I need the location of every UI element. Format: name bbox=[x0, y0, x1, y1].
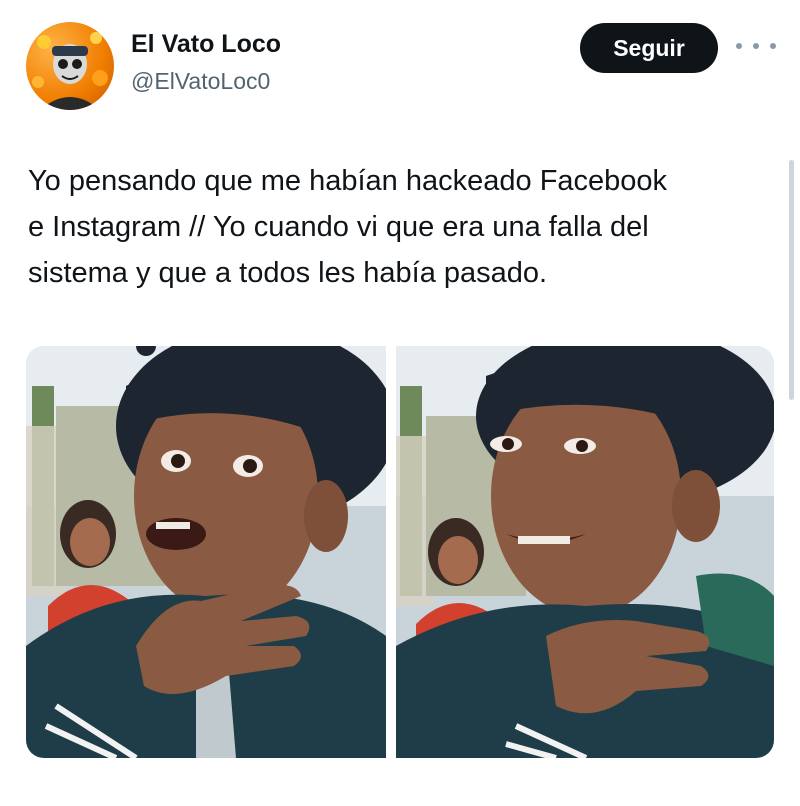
tweet-text-line: sistema y que a todos les había pasado. bbox=[28, 257, 548, 289]
tweet-media[interactable] bbox=[26, 346, 774, 758]
dot-icon bbox=[736, 43, 742, 49]
scrollbar[interactable] bbox=[789, 160, 794, 400]
photo-boy-shocked[interactable] bbox=[26, 346, 386, 758]
photo-boy-relieved[interactable] bbox=[396, 346, 774, 758]
tweet-header: El Vato Loco @ElVatoLoc0 Seguir bbox=[0, 0, 800, 120]
dot-icon bbox=[753, 43, 759, 49]
avatar[interactable] bbox=[26, 22, 114, 110]
tweet-text-line: Yo pensando que me habían hackeado Faceb… bbox=[28, 165, 668, 197]
ellipsis-icon[interactable] bbox=[736, 36, 776, 56]
follow-button[interactable]: Seguir bbox=[580, 23, 718, 73]
skull-face-avatar-icon bbox=[32, 32, 108, 110]
tweet-text-line: e Instagram // Yo cuando vi que era una … bbox=[28, 211, 649, 243]
author-handle[interactable]: @ElVatoLoc0 bbox=[131, 68, 270, 95]
dot-icon bbox=[770, 43, 776, 49]
author-display-name[interactable]: El Vato Loco bbox=[131, 30, 281, 59]
tweet-text: Yo pensando que me habían hackeado Faceb… bbox=[28, 158, 778, 296]
